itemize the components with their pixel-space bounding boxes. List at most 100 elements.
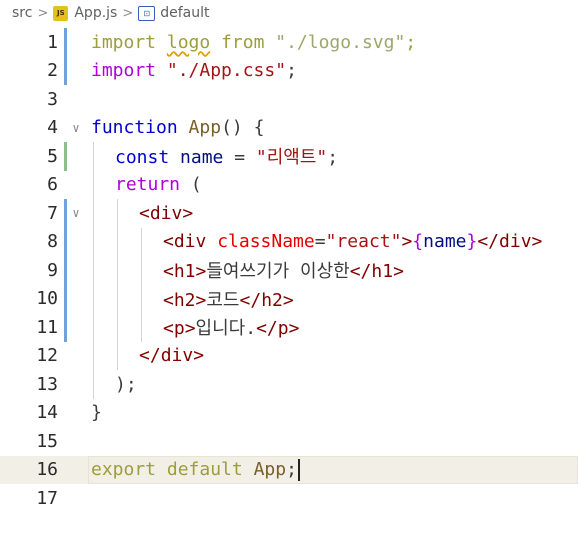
code-token: > bbox=[184, 318, 196, 340]
git-change-marker[interactable] bbox=[64, 313, 67, 342]
git-change-marker[interactable] bbox=[64, 199, 67, 228]
git-change-marker[interactable] bbox=[64, 142, 67, 171]
git-change-marker[interactable] bbox=[64, 227, 67, 256]
git-change-marker[interactable] bbox=[64, 256, 67, 285]
code-token: import bbox=[91, 31, 167, 53]
code-line[interactable]: 7 ∨ <div> bbox=[0, 199, 578, 228]
code-token: ( bbox=[190, 174, 202, 196]
code-token: < bbox=[139, 202, 150, 224]
line-number: 12 bbox=[36, 345, 58, 367]
code-token: "./logo.svg" bbox=[275, 31, 406, 53]
git-change-marker[interactable] bbox=[64, 28, 67, 57]
code-token: 코드 bbox=[206, 289, 240, 311]
code-token: > bbox=[288, 318, 300, 340]
indent-guide bbox=[141, 227, 142, 342]
code-line[interactable]: 1 import logo from "./logo.svg"; bbox=[0, 28, 578, 57]
code-line[interactable]: 15 bbox=[0, 427, 578, 456]
code-text: <h1>들여쓰기가 이상한</h1> bbox=[163, 257, 404, 283]
code-token: } bbox=[91, 402, 102, 424]
code-token: </ bbox=[349, 261, 372, 283]
fold-chevron-icon[interactable]: ∨ bbox=[68, 121, 84, 135]
code-token: 들여쓰기가 이상한 bbox=[206, 261, 350, 283]
code-token: h1 bbox=[173, 261, 196, 283]
code-token: "react" bbox=[325, 231, 402, 253]
line-number: 4 bbox=[47, 117, 58, 139]
code-line[interactable]: 14} bbox=[0, 399, 578, 428]
indent-guide bbox=[117, 199, 118, 370]
code-line[interactable]: 13); bbox=[0, 370, 578, 399]
code-token: > bbox=[193, 345, 205, 367]
code-text: import "./App.css"; bbox=[91, 60, 297, 81]
code-line[interactable]: 12 </div> bbox=[0, 342, 578, 371]
code-line[interactable]: 6 return ( bbox=[0, 171, 578, 200]
line-number: 10 bbox=[36, 288, 58, 310]
fold-chevron-icon[interactable]: ∨ bbox=[68, 206, 84, 220]
code-token: h1 bbox=[371, 261, 394, 283]
code-token: name bbox=[423, 231, 467, 253]
line-number: 3 bbox=[47, 88, 58, 110]
code-token: < bbox=[163, 289, 174, 311]
code-token: > bbox=[393, 261, 404, 283]
breadcrumb-file-label: App.js bbox=[74, 5, 118, 21]
code-token: "./App.css" bbox=[166, 60, 287, 82]
breadcrumb-folder-label: src bbox=[12, 5, 33, 21]
code-line[interactable]: 2 import "./App.css"; bbox=[0, 56, 578, 85]
code-line[interactable]: 8 <div className="react">{name}</div> bbox=[0, 227, 578, 256]
code-token: 입니다. bbox=[195, 318, 257, 340]
line-number: 11 bbox=[36, 316, 58, 338]
code-token: const bbox=[115, 147, 181, 169]
line-number: 15 bbox=[36, 430, 58, 452]
git-change-marker[interactable] bbox=[64, 284, 67, 313]
breadcrumb-symbol[interactable]: ⊡ default bbox=[138, 5, 210, 21]
git-change-marker[interactable] bbox=[64, 56, 67, 85]
code-token: div bbox=[499, 231, 532, 253]
code-token: function bbox=[91, 117, 189, 139]
chevron-right-icon: > bbox=[37, 5, 49, 21]
code-line[interactable]: 3 bbox=[0, 85, 578, 114]
code-token: logo bbox=[166, 31, 211, 53]
line-number: 16 bbox=[36, 459, 58, 481]
code-token: ; bbox=[327, 147, 339, 169]
code-token: { bbox=[412, 231, 424, 253]
code-line[interactable]: 4 ∨ function App() { bbox=[0, 114, 578, 143]
code-text: } bbox=[91, 402, 102, 423]
module-icon: ⊡ bbox=[138, 5, 156, 21]
code-token: className bbox=[217, 231, 315, 253]
code-token: > bbox=[182, 202, 194, 224]
code-token: div bbox=[173, 231, 218, 253]
code-token: import bbox=[91, 60, 167, 82]
code-token: default bbox=[166, 458, 254, 480]
code-text: import logo from "./logo.svg"; bbox=[91, 32, 416, 53]
code-line[interactable]: 10 <h2>코드</h2> bbox=[0, 284, 578, 313]
code-token: p bbox=[173, 318, 185, 340]
code-text: <div> bbox=[139, 203, 193, 224]
code-token: name bbox=[180, 147, 224, 169]
code-token: ; bbox=[286, 60, 297, 82]
code-token: div bbox=[160, 345, 194, 367]
chevron-right-icon: > bbox=[122, 5, 134, 21]
breadcrumb-file[interactable]: JS App.js bbox=[53, 5, 117, 21]
code-line[interactable]: 16 export default App; bbox=[0, 455, 578, 484]
line-number: 7 bbox=[47, 202, 58, 224]
code-token: from bbox=[210, 31, 276, 53]
line-number: 5 bbox=[47, 145, 58, 167]
text-cursor bbox=[297, 458, 300, 481]
breadcrumb-symbol-label: default bbox=[160, 5, 210, 21]
code-line[interactable]: 17 bbox=[0, 484, 578, 513]
code-line[interactable]: 9 <h1>들여쓰기가 이상한</h1> bbox=[0, 256, 578, 285]
code-line[interactable]: 5 const name = "리액트"; bbox=[0, 142, 578, 171]
code-token: = bbox=[314, 231, 326, 253]
code-token: h2 bbox=[173, 289, 196, 311]
breadcrumb-folder[interactable]: src bbox=[12, 5, 32, 21]
code-token: () { bbox=[221, 117, 265, 139]
code-token: } bbox=[466, 231, 478, 253]
line-number: 2 bbox=[47, 60, 58, 82]
code-token: "리액트" bbox=[255, 147, 328, 169]
code-editor[interactable]: 1 import logo from "./logo.svg"; 2 import "… bbox=[0, 28, 578, 535]
code-line[interactable]: 11 <p>입니다.</p> bbox=[0, 313, 578, 342]
code-token: = bbox=[223, 147, 256, 169]
code-token: return bbox=[115, 174, 191, 196]
code-token: ; bbox=[405, 31, 417, 53]
line-number: 17 bbox=[36, 487, 58, 509]
code-token: > bbox=[401, 231, 413, 253]
